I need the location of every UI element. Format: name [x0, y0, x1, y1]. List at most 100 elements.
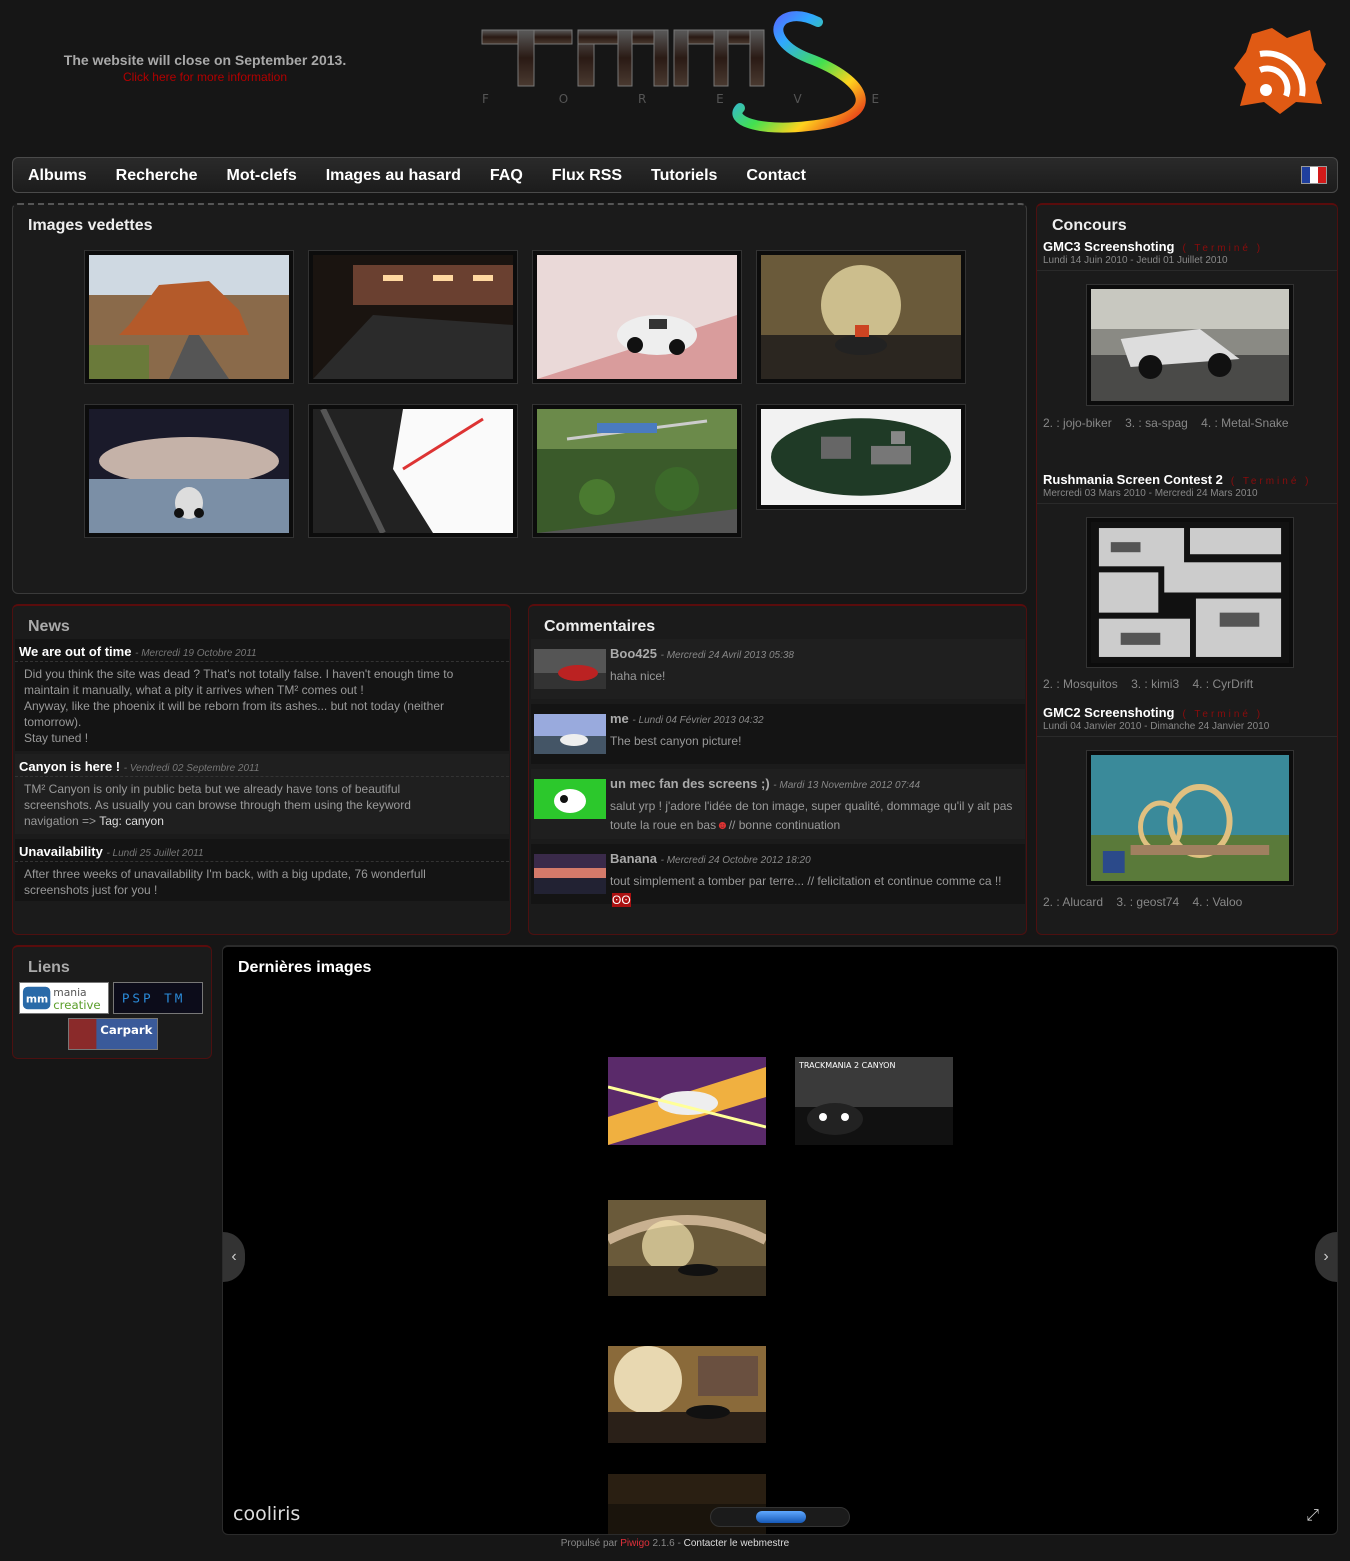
contest-winner-image[interactable] [1086, 284, 1294, 406]
news-item-title[interactable]: We are out of time [19, 644, 131, 659]
contest-rankings: 2. : Alucard 3. : geost74 4. : Valoo [1043, 895, 1252, 909]
carousel-next-button[interactable]: › [1315, 1232, 1337, 1282]
rank-entry: 2. : Mosquitos [1043, 677, 1118, 691]
contest-dates: Lundi 14 Juin 2010 - Jeudi 01 Juillet 20… [1037, 255, 1337, 271]
contest-block: Rushmania Screen Contest 2 ( Terminé ) Me… [1037, 472, 1337, 504]
rss-feed-icon[interactable] [1232, 24, 1328, 116]
smiley-icon: ʘʘ [612, 893, 631, 907]
contact-webmaster-link[interactable]: Contacter le webmestre [684, 1538, 790, 1549]
latest-image-thumb[interactable]: TRACKMANIA 2 CANYON [795, 1057, 953, 1145]
comment-thumbnail[interactable] [534, 649, 606, 689]
latest-images-title: Dernières images [238, 959, 372, 976]
close-notice[interactable]: The website will close on September 2013… [50, 52, 360, 84]
comment-header: Boo425 - Mercredi 24 Avril 2013 05:38 [610, 646, 794, 661]
cooliris-brand[interactable]: cooliris [233, 1503, 300, 1525]
comment-item: me - Lundi 04 Février 2013 04:32 The bes… [531, 704, 1025, 764]
svg-text:mania: mania [53, 987, 86, 999]
rank-entry: 2. : jojo-biker [1043, 416, 1112, 430]
main-menu: Albums Recherche Mot-clefs Images au has… [12, 157, 1338, 193]
more-info-link[interactable]: Click here for more information [50, 70, 360, 84]
news-item: Canyon is here ! - Vendredi 02 Septembre… [15, 754, 509, 834]
comment-text: The best canyon picture! [610, 734, 742, 748]
contest-name-link[interactable]: GMC2 Screenshoting ( Terminé ) [1037, 705, 1337, 720]
fullscreen-icon[interactable]: ⤢ [1306, 1507, 1319, 1525]
latest-image-thumb[interactable] [608, 1346, 766, 1443]
contest-rankings: 2. : Mosquitos 3. : kimi3 4. : CyrDrift [1043, 677, 1263, 691]
contests-panel: Concours GMC3 Screenshoting ( Terminé ) L… [1036, 203, 1338, 935]
site-logo[interactable]: F O R E V E R [478, 8, 957, 134]
piwigo-link[interactable]: Piwigo [620, 1538, 649, 1549]
latest-images-panel: Dernières images TRACKMANIA 2 CANYON ‹ ›… [222, 945, 1338, 1535]
contest-name[interactable]: GMC2 Screenshoting [1043, 705, 1174, 720]
rank-entry: 3. : sa-spag [1125, 416, 1188, 430]
contest-block: GMC3 Screenshoting ( Terminé ) Lundi 14 J… [1037, 239, 1337, 271]
contest-winner-image[interactable] [1086, 750, 1294, 886]
news-item-header: Unavailability - Lundi 25 Juillet 2011 [15, 839, 509, 862]
menu-item-faq[interactable]: FAQ [490, 158, 523, 194]
carousel-prev-button[interactable]: ‹ [223, 1232, 245, 1282]
featured-thumb[interactable] [756, 404, 966, 510]
menu-item-contact[interactable]: Contact [746, 158, 806, 194]
menu-item-recherche[interactable]: Recherche [116, 158, 198, 194]
latest-image-thumb[interactable] [608, 1057, 766, 1145]
svg-text:creative: creative [53, 998, 100, 1012]
contest-block: GMC2 Screenshoting ( Terminé ) Lundi 04 J… [1037, 705, 1337, 737]
footer-version: 2.1.6 - [652, 1538, 681, 1549]
comments-title: Commentaires [544, 618, 656, 635]
news-item-date: - Lundi 25 Juillet 2011 [106, 848, 204, 859]
french-flag-icon[interactable] [1301, 166, 1327, 184]
news-item-date: - Vendredi 02 Septembre 2011 [123, 763, 260, 774]
chevron-left-icon: ‹ [231, 1248, 237, 1265]
scrollbar-handle[interactable] [756, 1511, 806, 1523]
news-item-header: Canyon is here ! - Vendredi 02 Septembre… [15, 754, 509, 777]
comment-thumbnail[interactable] [534, 779, 606, 819]
featured-title: Images vedettes [28, 217, 153, 234]
contest-winner-image[interactable] [1086, 517, 1294, 668]
contest-name[interactable]: Rushmania Screen Contest 2 [1043, 472, 1223, 487]
footer-prefix: Propulsé par [560, 1538, 618, 1549]
svg-text:mm: mm [26, 994, 48, 1006]
comment-item: Banana - Mercredi 24 Octobre 2012 18:20 … [531, 844, 1025, 907]
psptm-link[interactable]: PSP TM [113, 982, 203, 1014]
news-item-title[interactable]: Canyon is here ! [19, 759, 120, 774]
menu-item-mot-clefs[interactable]: Mot-clefs [227, 158, 297, 194]
news-panel: News We are out of time - Mercredi 19 Oc… [12, 604, 511, 935]
comment-author: me [610, 711, 629, 726]
comment-thumbnail[interactable] [534, 714, 606, 754]
news-title: News [28, 618, 70, 635]
comment-text: tout simplement a tomber par terre... //… [610, 874, 1002, 907]
carousel-scrollbar[interactable] [710, 1507, 850, 1527]
featured-thumb[interactable] [84, 404, 294, 538]
comment-thumbnail[interactable] [534, 854, 606, 894]
news-item-title[interactable]: Unavailability [19, 844, 103, 859]
news-item-body: TM² Canyon is only in public beta but we… [24, 782, 411, 828]
carpark-link[interactable]: Carpark [68, 1018, 158, 1050]
rank-entry: 3. : geost74 [1116, 895, 1180, 909]
menu-item-flux-rss[interactable]: Flux RSS [552, 158, 622, 194]
featured-thumb[interactable] [84, 250, 294, 384]
featured-thumb[interactable] [532, 250, 742, 384]
featured-thumb[interactable] [756, 250, 966, 384]
featured-thumb[interactable] [532, 404, 742, 538]
contest-dates: Lundi 04 Janvier 2010 - Dimanche 24 Janv… [1037, 721, 1337, 737]
menu-item-albums[interactable]: Albums [28, 158, 87, 194]
featured-thumb[interactable] [308, 250, 518, 384]
contest-name[interactable]: GMC3 Screenshoting [1043, 239, 1174, 254]
canyon-tag-link[interactable]: Tag: canyon [99, 814, 164, 828]
menu-item-tutoriels[interactable]: Tutoriels [651, 158, 717, 194]
contest-status: ( Terminé ) [1182, 243, 1264, 254]
rank-entry: 4. : Metal-Snake [1201, 416, 1289, 430]
featured-images-panel: Images vedettes [12, 203, 1027, 594]
contest-name-link[interactable]: Rushmania Screen Contest 2 ( Terminé ) [1037, 472, 1337, 487]
latest-image-thumb[interactable] [608, 1200, 766, 1296]
rank-entry: 2. : Alucard [1043, 895, 1104, 909]
contest-name-link[interactable]: GMC3 Screenshoting ( Terminé ) [1037, 239, 1337, 254]
comment-header: un mec fan des screens ;) - Mardi 13 Nov… [610, 776, 921, 791]
menu-item-images-au-hasard[interactable]: Images au hasard [326, 158, 461, 194]
maniacreative-link[interactable]: mm mania creative [19, 982, 109, 1014]
svg-text:Carpark: Carpark [100, 1023, 153, 1037]
comment-header: Banana - Mercredi 24 Octobre 2012 18:20 [610, 851, 811, 866]
featured-thumb[interactable] [308, 404, 518, 538]
chevron-right-icon: › [1323, 1248, 1329, 1265]
news-item-body: After three weeks of unavailability I'm … [24, 867, 426, 897]
